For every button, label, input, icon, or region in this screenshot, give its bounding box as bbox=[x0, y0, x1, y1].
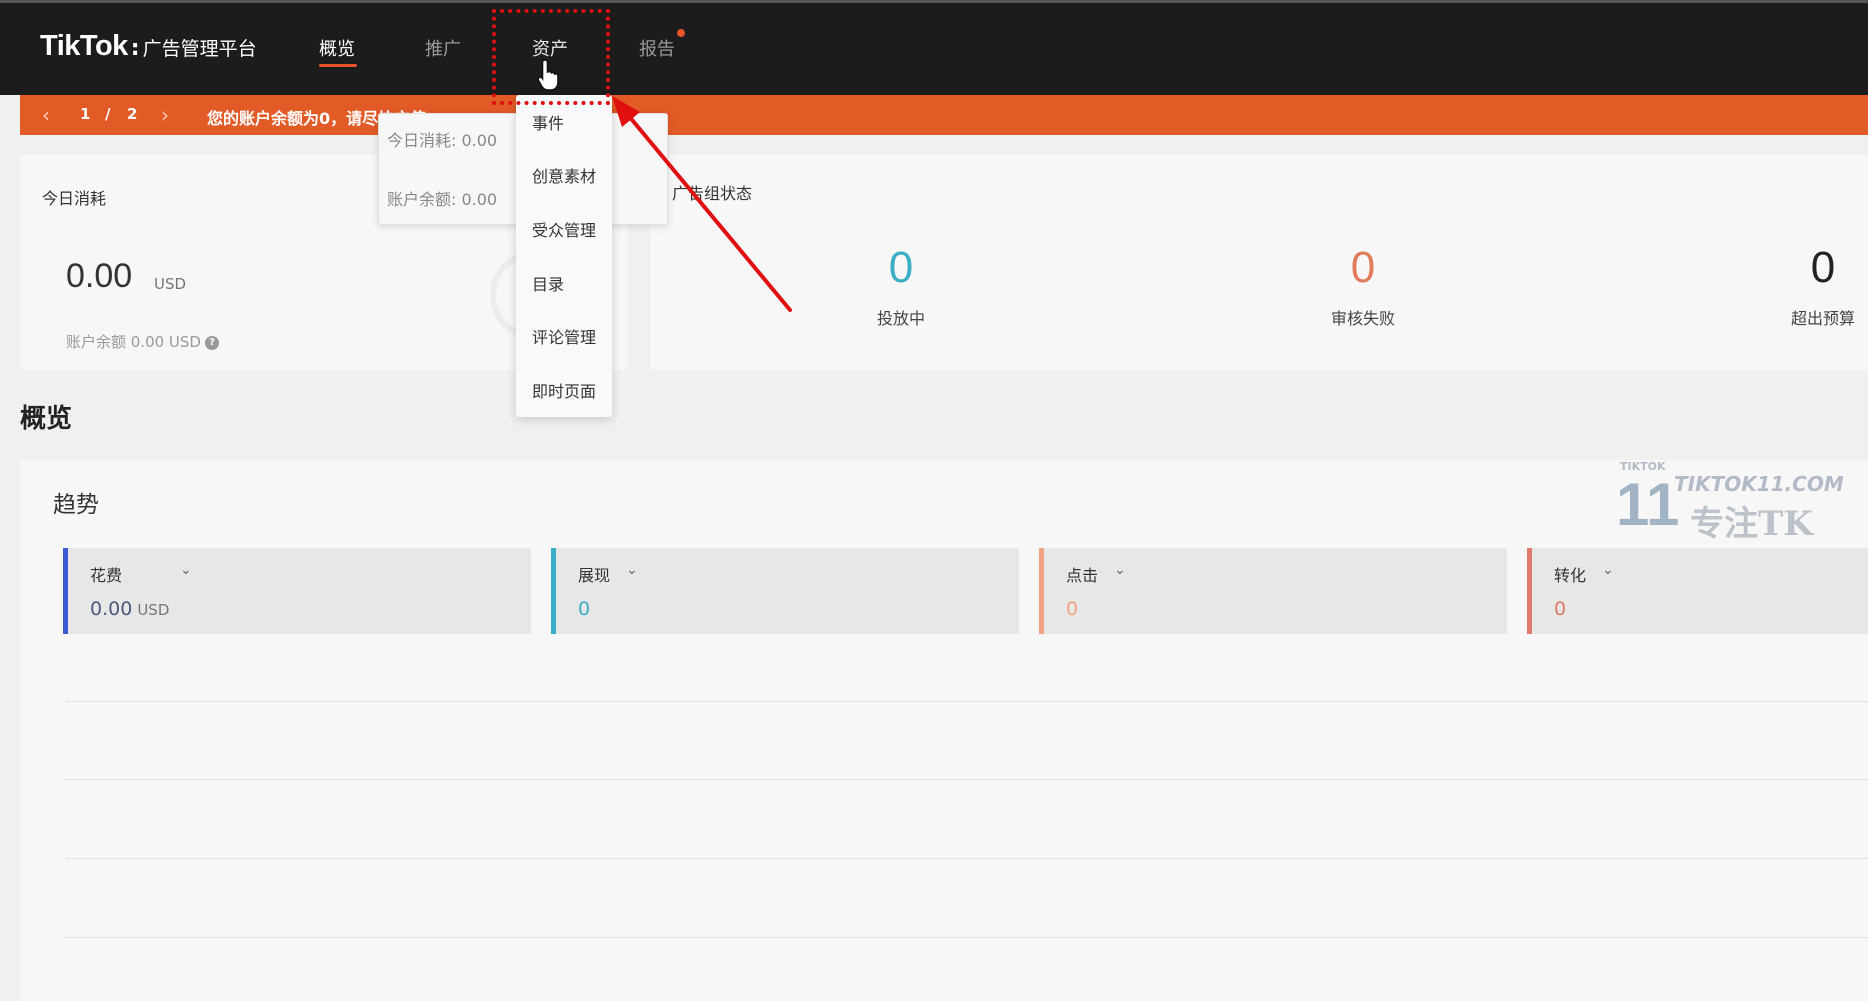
watermark-slogan: 专注TK bbox=[1690, 504, 1813, 544]
hand-cursor-icon bbox=[537, 59, 559, 91]
logo-subtitle: 广告管理平台 bbox=[142, 38, 257, 60]
watermark-logo: TIKTOK 11 TIKTOK11.COM 专注TK bbox=[1612, 460, 1852, 544]
notification-dot bbox=[677, 29, 685, 37]
chevron-left-icon[interactable]: ‹ bbox=[42, 103, 50, 127]
trend-panel: 趋势 花费 ⌄ 0.00 USD 展现 ⌄ 0 点击 ⌄ 0 转化 ⌄ 0 bbox=[20, 460, 1868, 1001]
banner-page-current: 1 bbox=[80, 105, 91, 123]
menu-item-catalog[interactable]: 目录 bbox=[532, 271, 564, 295]
metric-impressions[interactable]: 展现 ⌄ 0 bbox=[551, 548, 1019, 634]
notice-banner: ‹ 1 / 2 › 您的账户余额为0，请尽快充值 bbox=[20, 95, 1868, 135]
metric-spend[interactable]: 花费 ⌄ 0.00 USD bbox=[63, 548, 531, 634]
menu-item-creatives[interactable]: 创意素材 bbox=[532, 163, 596, 187]
menu-item-instant-pages[interactable]: 即时页面 bbox=[532, 378, 596, 402]
menu-item-audiences[interactable]: 受众管理 bbox=[532, 217, 596, 241]
metric-spend-number: 0.00 bbox=[90, 598, 133, 620]
watermark-number: 11 bbox=[1616, 471, 1680, 538]
metric-conversions-value: 0 bbox=[1554, 598, 1567, 620]
logo[interactable]: TikTok : 广告管理平台 bbox=[40, 30, 257, 63]
chevron-down-icon[interactable]: ⌄ bbox=[1114, 562, 1126, 578]
metric-spend-value: 0.00 USD bbox=[90, 598, 169, 620]
banner-page-total: 2 bbox=[127, 105, 138, 123]
metric-impressions-value: 0 bbox=[578, 598, 591, 620]
chevron-down-icon[interactable]: ⌄ bbox=[1602, 562, 1614, 578]
metric-clicks-value: 0 bbox=[1066, 598, 1079, 620]
metric-clicks[interactable]: 点击 ⌄ 0 bbox=[1039, 548, 1507, 634]
nav-tab-promotion[interactable]: 推广 bbox=[425, 35, 461, 61]
status-rejected-label: 审核失败 bbox=[1330, 309, 1395, 328]
help-icon[interactable]: ? bbox=[205, 335, 219, 350]
top-navigation-bar: TikTok : 广告管理平台 概览 推广 资产 报告 bbox=[0, 0, 1868, 95]
menu-item-events[interactable]: 事件 bbox=[532, 110, 564, 134]
today-spend-title: 今日消耗 bbox=[42, 189, 107, 208]
chevron-right-icon[interactable]: › bbox=[161, 103, 169, 127]
metric-conversions[interactable]: 转化 ⌄ 0 bbox=[1527, 548, 1868, 634]
tooltip-balance: 账户余额: 0.00 bbox=[387, 190, 498, 209]
status-over-budget-label: 超出预算 bbox=[1790, 309, 1855, 328]
nav-tab-overview[interactable]: 概览 bbox=[319, 35, 355, 61]
window-top-edge bbox=[0, 0, 1868, 3]
today-spend-unit: USD bbox=[154, 275, 187, 293]
chart-grid-line bbox=[65, 701, 1868, 702]
today-spend-value: 0.00 bbox=[66, 257, 133, 295]
nav-active-indicator bbox=[319, 64, 357, 67]
status-active-count[interactable]: 0 bbox=[841, 243, 961, 293]
logo-separator: : bbox=[130, 36, 140, 61]
chart-grid-line bbox=[65, 779, 1868, 780]
overview-section-title: 概览 bbox=[20, 404, 73, 434]
logo-brand: TikTok bbox=[40, 30, 128, 62]
trend-title: 趋势 bbox=[53, 492, 99, 518]
adgroup-status-card: 广告组状态 0 投放中 0 审核失败 0 超出预算 bbox=[650, 155, 1868, 370]
banner-page-separator: / bbox=[105, 105, 111, 123]
chevron-down-icon[interactable]: ⌄ bbox=[626, 562, 638, 578]
nav-tab-reports[interactable]: 报告 bbox=[639, 35, 675, 61]
metric-conversions-label: 转化 bbox=[1554, 566, 1587, 585]
metric-spend-unit: USD bbox=[137, 601, 170, 619]
chart-grid-line bbox=[65, 937, 1868, 938]
assets-dropdown-menu: 事件 创意素材 受众管理 目录 评论管理 即时页面 bbox=[516, 95, 612, 417]
menu-item-comments[interactable]: 评论管理 bbox=[532, 324, 596, 348]
status-over-budget-count[interactable]: 0 bbox=[1763, 243, 1868, 293]
account-balance: 账户余额 0.00 USD? bbox=[66, 331, 219, 352]
metric-clicks-label: 点击 bbox=[1066, 566, 1099, 585]
chevron-down-icon[interactable]: ⌄ bbox=[180, 562, 192, 578]
tooltip-today-spend: 今日消耗: 0.00 bbox=[387, 131, 498, 150]
adgroup-status-title: 广告组状态 bbox=[672, 184, 753, 203]
status-rejected-count[interactable]: 0 bbox=[1303, 243, 1423, 293]
watermark-site: TIKTOK11.COM bbox=[1674, 472, 1844, 496]
metric-spend-label: 花费 bbox=[90, 566, 123, 585]
status-active-label: 投放中 bbox=[876, 309, 925, 328]
metric-impressions-label: 展现 bbox=[578, 566, 611, 585]
chart-grid-line bbox=[65, 858, 1868, 859]
account-balance-text: 账户余额 0.00 USD bbox=[66, 333, 201, 351]
